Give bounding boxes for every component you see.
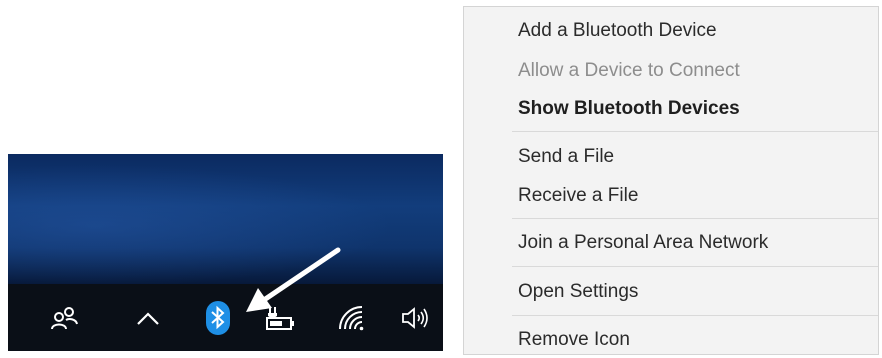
- menu-item-send-file[interactable]: Send a File: [518, 145, 614, 169]
- wifi-icon[interactable]: [333, 284, 373, 351]
- taskbar-screenshot: [8, 154, 443, 351]
- volume-icon[interactable]: [395, 284, 435, 351]
- menu-separator: [512, 266, 878, 267]
- menu-item-add-bluetooth-device[interactable]: Add a Bluetooth Device: [518, 19, 717, 43]
- people-icon[interactable]: [45, 284, 85, 351]
- menu-separator: [512, 315, 878, 316]
- menu-item-receive-file[interactable]: Receive a File: [518, 184, 638, 208]
- bluetooth-context-menu: Add a Bluetooth Device Allow a Device to…: [463, 6, 879, 355]
- menu-item-join-personal-area-network[interactable]: Join a Personal Area Network: [518, 231, 768, 255]
- bluetooth-icon[interactable]: [198, 284, 238, 351]
- menu-item-open-settings[interactable]: Open Settings: [518, 280, 638, 304]
- wallpaper-glow: [8, 154, 443, 284]
- menu-item-allow-device-to-connect: Allow a Device to Connect: [518, 60, 740, 81]
- show-hidden-icons-chevron-icon[interactable]: [128, 284, 168, 351]
- menu-item-show-bluetooth-devices[interactable]: Show Bluetooth Devices: [518, 97, 740, 121]
- menu-separator: [512, 131, 878, 132]
- menu-item-remove-icon[interactable]: Remove Icon: [518, 328, 630, 352]
- menu-separator: [512, 218, 878, 219]
- taskbar: [8, 284, 443, 351]
- battery-charging-icon[interactable]: [260, 284, 300, 351]
